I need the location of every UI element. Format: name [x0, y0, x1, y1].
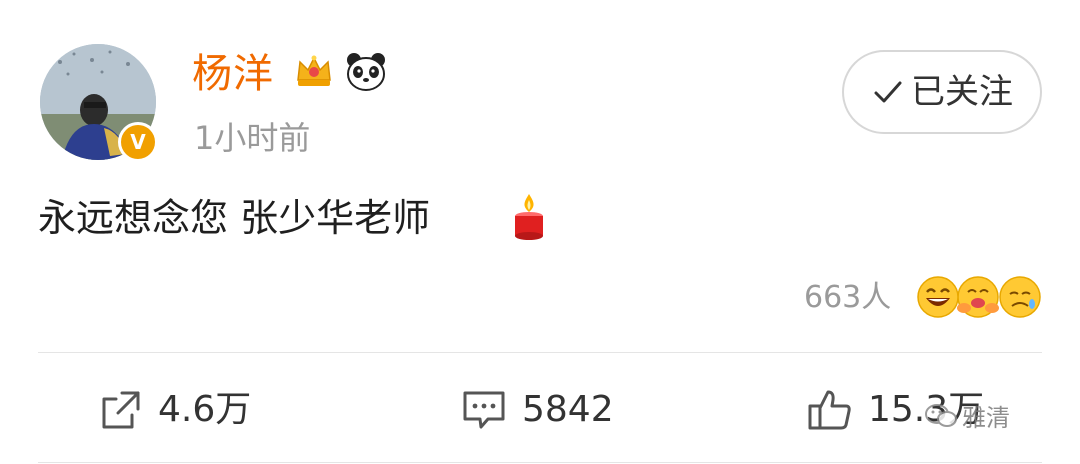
divider [38, 462, 1042, 463]
reaction-count[interactable]: 663人 [804, 278, 891, 318]
follow-button[interactable]: 已关注 [842, 50, 1042, 134]
username[interactable]: 杨洋 [192, 48, 274, 100]
hug-icon [957, 276, 999, 318]
divider [38, 352, 1042, 353]
share-icon [102, 391, 140, 429]
watermark-text: 雅清 [962, 404, 1010, 432]
share-count: 4.6万 [158, 389, 252, 430]
panda-icon[interactable] [344, 50, 388, 94]
laugh-icon [917, 276, 959, 318]
verified-badge: V [118, 122, 158, 162]
comment-button[interactable]: 5842 [460, 380, 614, 440]
wechat-icon [925, 403, 957, 427]
follow-label: 已关注 [911, 72, 1013, 112]
check-icon [874, 81, 902, 103]
thumbs-up-icon [808, 390, 851, 430]
candle-icon [510, 190, 548, 242]
crown-icon[interactable] [292, 50, 336, 94]
post-text: 永远想念您 张少华老师 [38, 196, 431, 240]
sad-icon [999, 276, 1041, 318]
watermark: 雅清 [924, 398, 1010, 433]
comment-icon [463, 391, 505, 429]
reaction-faces[interactable] [916, 272, 1046, 322]
post-time: 1小时前 [194, 119, 311, 157]
share-button[interactable]: 4.6万 [98, 380, 251, 440]
comment-count: 5842 [522, 389, 614, 430]
